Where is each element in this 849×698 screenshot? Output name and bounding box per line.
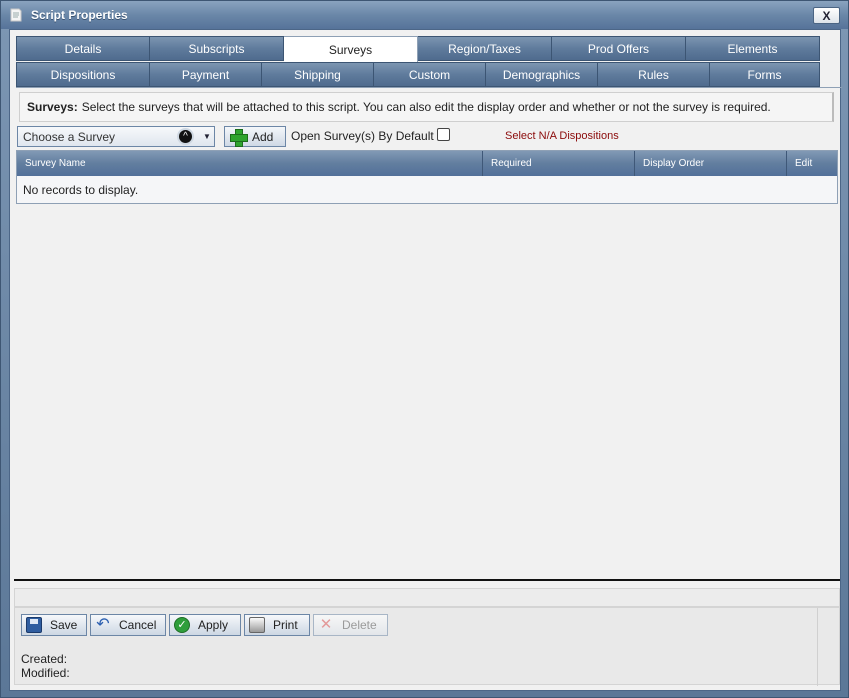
surveys-grid: Survey Name Required Display Order Edit … bbox=[16, 150, 838, 204]
script-properties-window: Script Properties X Details Subscripts S… bbox=[0, 0, 849, 698]
tab-strip: Details Subscripts Surveys Region/Taxes … bbox=[16, 35, 842, 88]
content-panel: Details Subscripts Surveys Region/Taxes … bbox=[9, 29, 842, 691]
tab-region-taxes[interactable]: Region/Taxes bbox=[418, 36, 552, 61]
created-label: Created: bbox=[21, 652, 68, 666]
column-edit[interactable]: Edit bbox=[787, 151, 837, 176]
column-required[interactable]: Required bbox=[483, 151, 635, 176]
tab-elements[interactable]: Elements bbox=[686, 36, 820, 61]
tab-rules[interactable]: Rules bbox=[598, 62, 710, 87]
survey-toolbar: Choose a Survey ^ ▼ Add Open Survey(s) B… bbox=[17, 126, 837, 148]
tab-custom[interactable]: Custom bbox=[374, 62, 486, 87]
column-survey-name[interactable]: Survey Name bbox=[17, 151, 483, 176]
record-metadata: Created: Modified: bbox=[21, 652, 70, 680]
footer-buttons: Save ↶ Cancel ✓ Apply Print ✕ Delete bbox=[21, 614, 388, 636]
description-label: Surveys: bbox=[27, 100, 78, 114]
script-document-icon bbox=[10, 8, 22, 22]
tab-divider bbox=[16, 87, 842, 88]
grid-header: Survey Name Required Display Order Edit bbox=[17, 151, 837, 176]
delete-label: Delete bbox=[342, 618, 377, 632]
column-display-order[interactable]: Display Order bbox=[635, 151, 787, 176]
footer-panel: Save ↶ Cancel ✓ Apply Print ✕ Delete Cre… bbox=[14, 607, 840, 686]
tab-row-1: Details Subscripts Surveys Region/Taxes … bbox=[16, 36, 820, 62]
tab-details[interactable]: Details bbox=[16, 36, 150, 61]
tab-payment[interactable]: Payment bbox=[150, 62, 262, 87]
survey-select-value: Choose a Survey bbox=[23, 129, 116, 144]
description-text: Select the surveys that will be attached… bbox=[81, 100, 771, 114]
delete-button[interactable]: ✕ Delete bbox=[313, 614, 388, 636]
delete-x-icon: ✕ bbox=[319, 616, 333, 633]
chevron-down-icon[interactable]: ▼ bbox=[200, 132, 214, 141]
tab-prod-offers[interactable]: Prod Offers bbox=[552, 36, 686, 61]
tab-forms[interactable]: Forms bbox=[710, 62, 820, 87]
window-title: Script Properties bbox=[31, 8, 128, 22]
print-label: Print bbox=[273, 618, 298, 632]
floppy-disk-icon bbox=[26, 617, 42, 633]
printer-icon bbox=[249, 617, 265, 633]
close-icon: X bbox=[822, 8, 831, 23]
select-na-dispositions-link[interactable]: Select N/A Dispositions bbox=[505, 130, 619, 142]
tab-demographics[interactable]: Demographics bbox=[486, 62, 598, 87]
open-default-label: Open Survey(s) By Default bbox=[291, 129, 434, 143]
modified-label: Modified: bbox=[21, 666, 70, 680]
undo-icon: ↶ bbox=[96, 616, 110, 633]
survey-select[interactable]: Choose a Survey ^ ▼ bbox=[17, 126, 215, 147]
tab-shipping[interactable]: Shipping bbox=[262, 62, 374, 87]
cursor-hand-icon: ^ bbox=[177, 128, 194, 145]
cancel-label: Cancel bbox=[119, 618, 157, 632]
footer-side-panel bbox=[817, 608, 839, 686]
status-strip bbox=[14, 588, 840, 607]
cancel-button[interactable]: ↶ Cancel bbox=[90, 614, 166, 636]
grid-empty-message: No records to display. bbox=[23, 183, 139, 197]
tab-row-2: Dispositions Payment Shipping Custom Dem… bbox=[16, 62, 820, 87]
save-button[interactable]: Save bbox=[21, 614, 87, 636]
tab-subscripts[interactable]: Subscripts bbox=[150, 36, 284, 61]
check-icon: ✓ bbox=[174, 617, 190, 633]
divider bbox=[14, 579, 840, 581]
apply-label: Apply bbox=[198, 618, 229, 632]
surveys-description: Surveys: Select the surveys that will be… bbox=[19, 92, 834, 122]
tab-dispositions[interactable]: Dispositions bbox=[16, 62, 150, 87]
tab-surveys[interactable]: Surveys bbox=[284, 36, 418, 62]
open-default-checkbox[interactable] bbox=[437, 128, 450, 141]
plus-icon bbox=[230, 128, 248, 147]
add-label: Add bbox=[252, 129, 274, 144]
apply-button[interactable]: ✓ Apply bbox=[169, 614, 241, 636]
save-label: Save bbox=[50, 618, 78, 632]
print-button[interactable]: Print bbox=[244, 614, 310, 636]
close-button[interactable]: X bbox=[813, 7, 840, 24]
add-survey-button[interactable]: Add bbox=[224, 126, 286, 147]
title-bar[interactable]: Script Properties X bbox=[1, 1, 848, 29]
